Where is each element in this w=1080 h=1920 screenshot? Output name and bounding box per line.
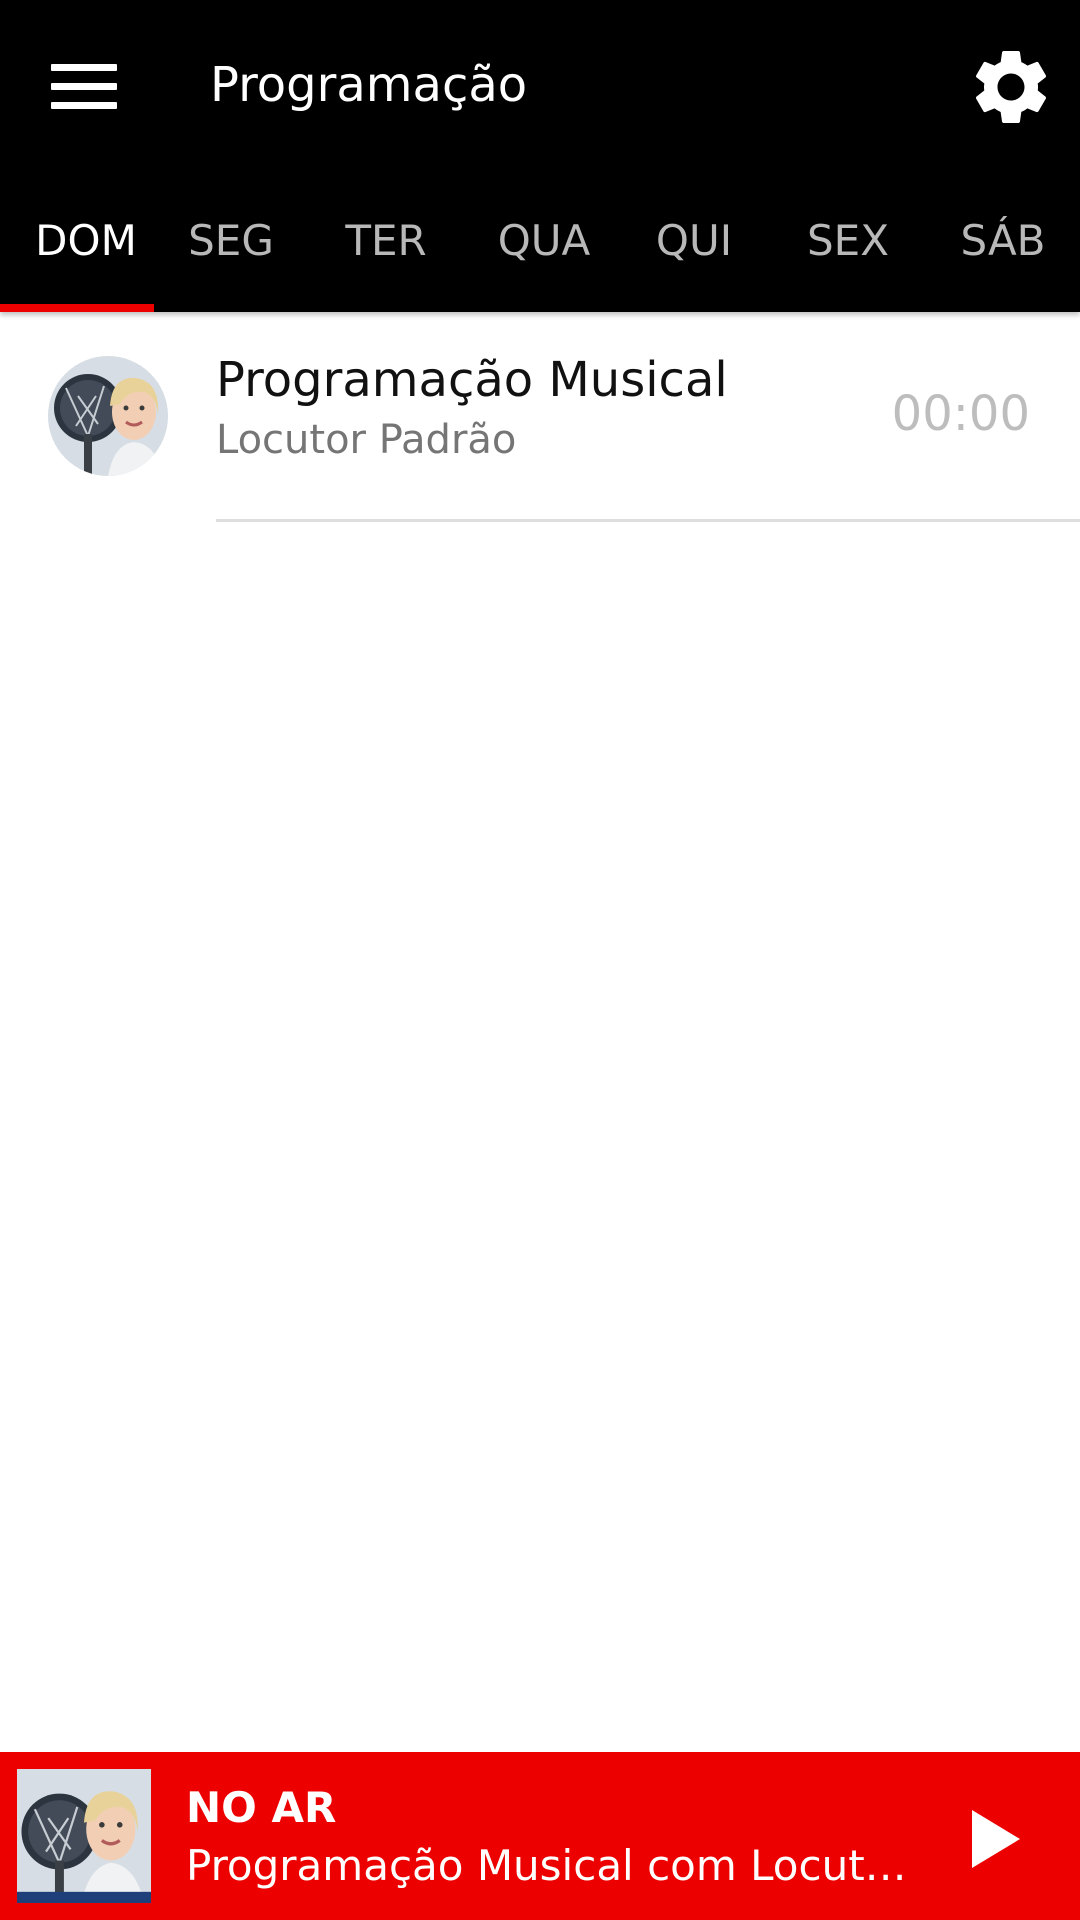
active-tab-indicator bbox=[0, 304, 154, 312]
gear-icon[interactable] bbox=[966, 42, 1056, 132]
list-divider bbox=[216, 519, 1080, 522]
schedule-list-item[interactable]: Programação Musical Locutor Padrão 00:00 bbox=[0, 312, 1080, 522]
tab-qui[interactable]: QUI bbox=[630, 172, 758, 312]
menu-line bbox=[51, 83, 117, 90]
on-air-label: NO AR bbox=[186, 1783, 337, 1832]
tab-seg[interactable]: SEG bbox=[172, 172, 290, 312]
page-title: Programação bbox=[210, 57, 528, 113]
tab-ter[interactable]: TER bbox=[320, 172, 452, 312]
now-playing-text: Programação Musical com Locutor Padrão bbox=[186, 1841, 916, 1890]
day-tabs: DOM SEG TER QUA QUI SEX SÁB bbox=[0, 172, 1080, 312]
now-playing-thumbnail bbox=[17, 1769, 151, 1903]
show-time: 00:00 bbox=[891, 386, 1030, 442]
menu-line bbox=[51, 102, 117, 109]
play-icon[interactable] bbox=[948, 1794, 1038, 1884]
menu-line bbox=[51, 64, 117, 71]
tab-sab[interactable]: SÁB bbox=[936, 172, 1070, 312]
host-avatar bbox=[48, 356, 168, 476]
tab-sex[interactable]: SEX bbox=[782, 172, 914, 312]
now-playing-bar[interactable]: NO AR Programação Musical com Locutor Pa… bbox=[0, 1752, 1080, 1920]
app-bar: Programação bbox=[0, 0, 1080, 172]
show-host: Locutor Padrão bbox=[216, 417, 517, 463]
show-title: Programação Musical bbox=[216, 352, 728, 408]
app-root: Programação DOM SEG TER QUA QUI SEX SÁB bbox=[0, 0, 1080, 1920]
hamburger-menu-icon[interactable] bbox=[32, 42, 136, 130]
tab-dom[interactable]: DOM bbox=[0, 172, 172, 312]
tab-qua[interactable]: QUA bbox=[478, 172, 610, 312]
